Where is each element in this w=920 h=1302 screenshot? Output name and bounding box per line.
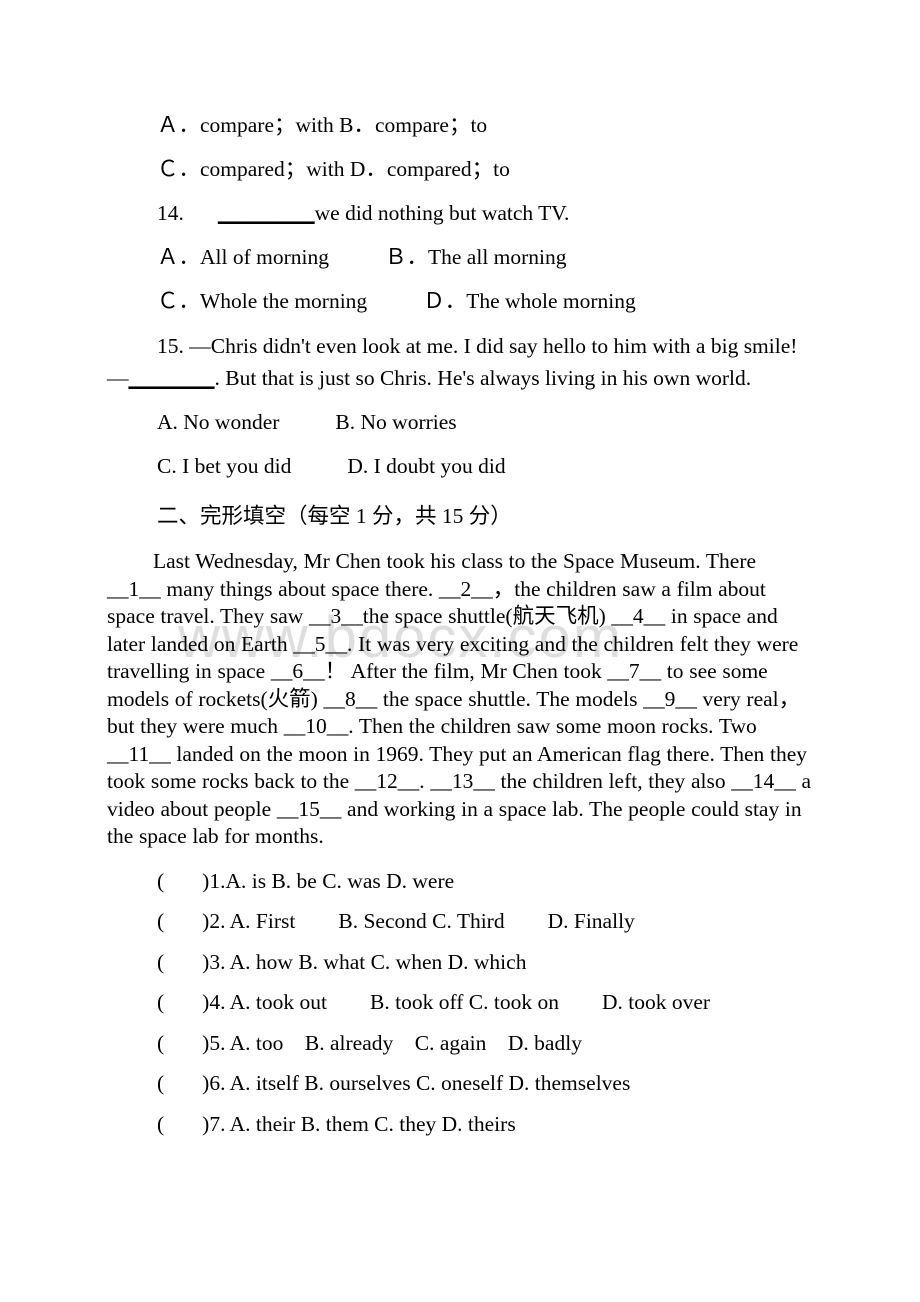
q15-option-a: A. No wonder <box>157 410 280 434</box>
answer-paren-open: ( <box>157 909 165 933</box>
cloze-choice-text: 5. A. too B. already C. again D. badly <box>209 1030 582 1055</box>
answer-paren-open: ( <box>157 868 165 893</box>
q13-options-ab: Ａ．compare；with B．compare；to <box>157 113 488 137</box>
q15-blank: ________ <box>128 365 215 390</box>
cloze-choice-text: 4. A. took out B. took off C. took on D.… <box>209 990 711 1014</box>
cloze-choice-text: 6. A. itself B. ourselves C. oneself D. … <box>209 1071 631 1095</box>
q14-option-c: Ｃ．Whole the morning <box>157 289 368 313</box>
q15-stem-part2: . But that is just so Chris. He's always… <box>214 365 752 390</box>
cloze-choice-row[interactable]: ()7. A. their B. them C. they D. theirs <box>107 1104 813 1145</box>
document-content: Ａ．compare；with B．compare；to Ｃ．compared；w… <box>107 103 813 1144</box>
q15-stem: 15. —Chris didn't even look at me. I did… <box>107 331 813 394</box>
cloze-choice-text: 1.A. is B. be C. was D. were <box>209 868 455 893</box>
q14-options-ab: Ａ．All of morning Ｂ．The all morning <box>107 235 813 279</box>
q14-options-cd: Ｃ．Whole the morning Ｄ．The whole morning <box>107 279 813 323</box>
q14-blank: _________ <box>217 201 315 225</box>
cloze-choice-row[interactable]: ()6. A. itself B. ourselves C. oneself D… <box>107 1063 813 1104</box>
q15-option-b: B. No worries <box>335 410 457 434</box>
answer-paren-open: ( <box>157 1111 165 1136</box>
cloze-choice-list: ()1.A. is B. be C. was D. were ()2. A. F… <box>107 861 813 1145</box>
cloze-choice-text: 7. A. their B. them C. they D. theirs <box>209 1111 516 1136</box>
cloze-choice-row[interactable]: ()2. A. First B. Second C. Third D. Fina… <box>107 901 813 942</box>
section-two-heading: 二、完形填空（每空 1 分，共 15 分） <box>157 504 512 528</box>
q15-option-c: C. I bet you did <box>157 454 292 478</box>
q14-option-b: Ｂ．The all morning <box>385 245 567 269</box>
answer-paren-open: ( <box>157 990 165 1014</box>
answer-paren-open: ( <box>157 1071 165 1095</box>
document-page: www.bdocx.com Ａ．compare；with B．compare；t… <box>0 0 920 1302</box>
q14-stem-text: we did nothing but watch TV. <box>314 201 570 225</box>
q15-option-d: D. I doubt you did <box>347 454 506 478</box>
q13-options-cd: Ｃ．compared；with D．compared；to <box>157 157 510 181</box>
cloze-choice-text: 3. A. how B. what C. when D. which <box>209 949 527 974</box>
cloze-choice-row[interactable]: ()5. A. too B. already C. again D. badly <box>107 1023 813 1064</box>
cloze-choice-row[interactable]: ()3. A. how B. what C. when D. which <box>107 942 813 983</box>
q14-stem: 14. _________we did nothing but watch TV. <box>107 191 813 235</box>
q15-options-cd: C. I bet you did D. I doubt you did <box>107 444 813 488</box>
answer-paren-open: ( <box>157 1030 165 1055</box>
q15-options-ab: A. No wonder B. No worries <box>107 400 813 444</box>
cloze-choice-row[interactable]: ()4. A. took out B. took off C. took on … <box>107 982 813 1023</box>
answer-paren-open: ( <box>157 949 165 974</box>
cloze-choice-row[interactable]: ()1.A. is B. be C. was D. were <box>107 861 813 902</box>
q14-option-d: Ｄ．The whole morning <box>423 289 636 313</box>
q14-option-a: Ａ．All of morning <box>157 245 329 269</box>
cloze-choice-text: 2. A. First B. Second C. Third D. Finall… <box>209 909 635 933</box>
cloze-passage: Last Wednesday, Mr Chen took his class t… <box>107 549 811 848</box>
q14-number: 14. <box>157 201 184 225</box>
